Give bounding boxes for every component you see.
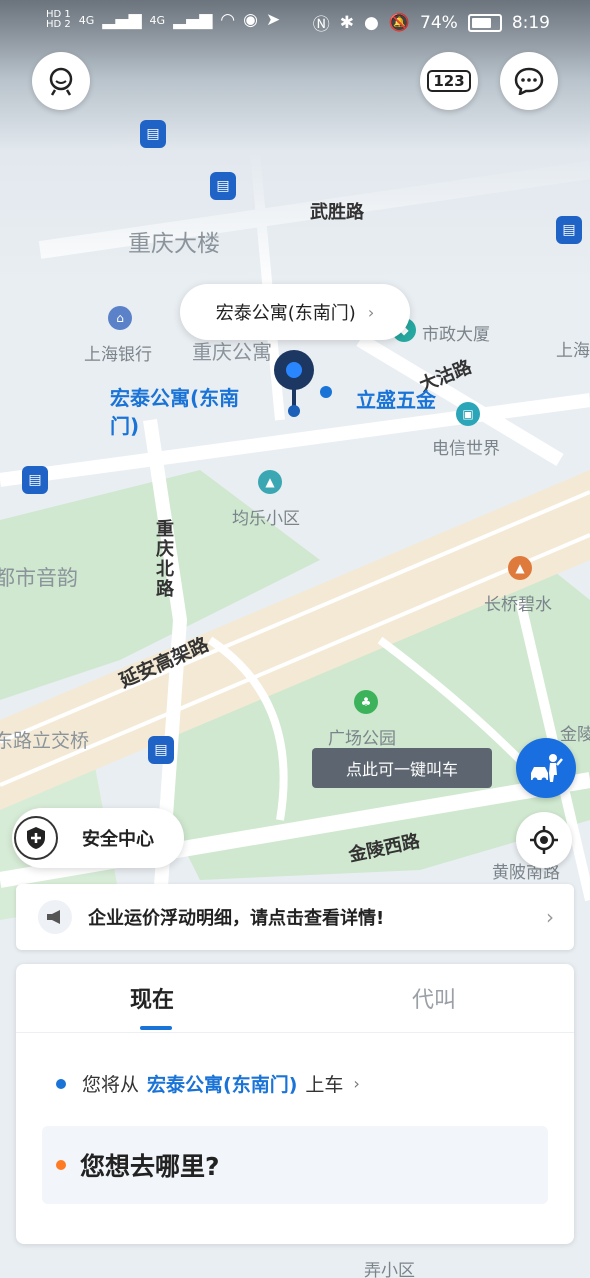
bus-stop-icon: ▤ [210, 172, 236, 200]
residential-icon: ▲ [508, 556, 532, 580]
bluetooth-icon: ✱ [339, 12, 354, 33]
destination-dot-icon [56, 1160, 66, 1170]
plate-badge: 123 [427, 70, 471, 92]
area-label: 东路立交桥 [0, 730, 90, 752]
pin-base [288, 405, 300, 417]
location-arrow-icon: ➤ [265, 10, 281, 30]
shield-icon [14, 816, 58, 860]
poi-label: 上海 [556, 341, 590, 361]
poi-label: 长桥碧水 [484, 595, 552, 615]
pickup-row[interactable]: 您将从 宏泰公寓(东南门) 上车 › [56, 1070, 360, 1097]
poi-label: 广场公园 [328, 729, 396, 749]
road-label: 重庆北路 [156, 519, 174, 600]
location-icon: ● [364, 12, 379, 33]
mute-icon: 🔕 [388, 12, 411, 33]
bus-stop-icon: ▤ [556, 216, 582, 244]
pickup-pin-icon[interactable] [274, 350, 314, 390]
vpn-icon: ◉ [243, 10, 258, 30]
poi-label: 均乐小区 [232, 509, 300, 529]
clock: 8:19 [511, 12, 550, 33]
poi-label: 上海银行 [84, 345, 152, 365]
tab-call-for-others[interactable]: 代叫 [412, 982, 456, 1014]
pickup-suffix: 上车 [305, 1074, 344, 1096]
messages-button[interactable] [500, 52, 558, 110]
booking-tabs: 现在 代叫 [16, 964, 574, 1033]
poi-label: 电信世界 [432, 439, 500, 459]
safety-center-label: 安全中心 [82, 829, 154, 850]
poi-label: 市政大厦 [422, 325, 490, 345]
booking-panel: 现在 代叫 您将从 宏泰公寓(东南门) 上车 › 您想去哪里? [16, 964, 574, 1244]
pickup-map-label: 宏泰公寓(东南门) [110, 386, 240, 438]
signal-icon: ▂▄▆ [173, 10, 213, 30]
destination-prompt: 您想去哪里? [80, 1152, 220, 1181]
area-label: 都市音韵 [0, 566, 78, 590]
signal-icon: ▂▄▆ [102, 10, 142, 30]
network-type: 4G [149, 13, 166, 27]
chat-bubble-icon [514, 67, 544, 95]
park-icon: ♣ [354, 690, 378, 714]
area-label: 重庆公寓 [192, 340, 272, 364]
shop-icon: ▣ [456, 402, 480, 426]
bus-stop-icon: ▤ [22, 466, 48, 494]
poi-label: 立盛五金 [356, 388, 436, 412]
tab-now[interactable]: 现在 [130, 982, 174, 1014]
battery-icon [467, 13, 502, 32]
chevron-right-icon: › [367, 302, 375, 322]
notice-text: 企业运价浮动明细，请点击查看详情! [88, 908, 385, 929]
crosshair-icon [530, 826, 558, 854]
license-plate-button[interactable]: 123 [420, 52, 478, 110]
sim-indicator: HD 1 HD 2 [46, 9, 71, 30]
notice-banner[interactable]: 企业运价浮动明细，请点击查看详情! › [16, 884, 574, 950]
one-key-call-button[interactable] [516, 738, 576, 798]
megaphone-icon [38, 900, 72, 934]
safety-center-button[interactable]: 安全中心 [12, 808, 184, 868]
pickup-prefix: 您将从 [82, 1074, 140, 1096]
nfc-icon: Ⓝ [312, 15, 330, 35]
active-tab-indicator [140, 1026, 172, 1030]
area-label: 重庆大楼 [128, 231, 220, 257]
network-type: 4G [78, 13, 95, 27]
chevron-right-icon: › [546, 905, 554, 929]
locate-me-button[interactable] [516, 812, 572, 868]
profile-button[interactable] [32, 52, 90, 110]
pickup-callout-text: 宏泰公寓(东南门) [215, 303, 356, 324]
bus-stop-icon: ▤ [148, 736, 174, 764]
poi-marker-icon [320, 386, 332, 398]
battery-percent: 74% [420, 12, 458, 33]
destination-input[interactable]: 您想去哪里? [42, 1126, 548, 1204]
hail-car-icon [531, 754, 563, 783]
poi-label: 弄小区 [364, 1261, 415, 1278]
poi-label: 金陵 [560, 725, 590, 745]
avatar-face-icon [49, 67, 73, 96]
pickup-callout[interactable]: 宏泰公寓(东南门) › [180, 284, 410, 340]
status-bar: HD 1 HD 2 4G ▂▄▆ 4G ▂▄▆ ◠ ◉ ➤ Ⓝ ✱ ● 🔕 74%… [0, 0, 590, 44]
residential-icon: ▲ [258, 470, 282, 494]
pickup-place: 宏泰公寓(东南门) [147, 1074, 298, 1096]
road-label: 武胜路 [310, 202, 364, 223]
bank-icon: ⌂ [108, 306, 132, 330]
bus-stop-icon: ▤ [140, 120, 166, 148]
pickup-dot-icon [56, 1078, 66, 1089]
chevron-right-icon: › [353, 1074, 360, 1093]
wifi-icon: ◠ [220, 10, 236, 30]
one-key-tooltip: 点此可一键叫车 [312, 748, 492, 788]
